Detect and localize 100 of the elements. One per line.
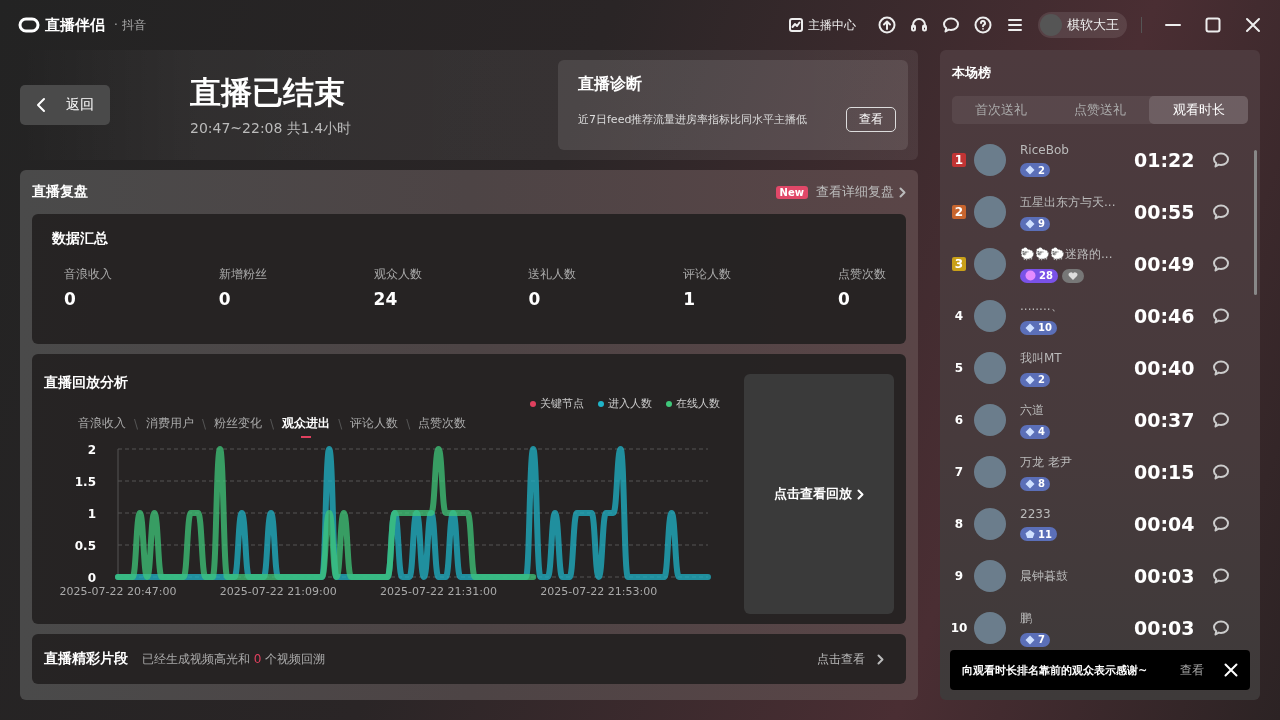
tab-separator: \ bbox=[406, 416, 411, 433]
comment-icon[interactable] bbox=[1212, 567, 1230, 585]
chart-tab[interactable]: 观众进出 bbox=[282, 415, 331, 438]
leaderboard-row[interactable]: 10 鹏 7 00:03 bbox=[952, 602, 1234, 654]
chart-tab[interactable]: 消费用户 bbox=[146, 415, 195, 438]
logo-icon bbox=[18, 17, 40, 33]
comment-icon[interactable] bbox=[1212, 515, 1230, 533]
panel-title: 本场榜 bbox=[952, 64, 992, 82]
leaderboard-tab[interactable]: 观看时长 bbox=[1149, 96, 1248, 124]
back-button[interactable]: 返回 bbox=[20, 85, 110, 125]
scrollbar[interactable] bbox=[1254, 150, 1257, 295]
close-icon[interactable] bbox=[1224, 663, 1238, 677]
leaderboard-row[interactable]: 4 ........、 10 00:46 bbox=[952, 290, 1234, 342]
watch-time: 00:46 bbox=[1134, 305, 1196, 327]
leaderboard-tab[interactable]: 首次送礼 bbox=[952, 96, 1051, 124]
comment-icon[interactable] bbox=[1212, 203, 1230, 221]
diamond-icon bbox=[1025, 374, 1035, 385]
diamond-icon bbox=[1025, 165, 1035, 175]
avatar-icon bbox=[974, 300, 1006, 332]
watch-time: 00:03 bbox=[1134, 617, 1196, 639]
stat-label: 音浪收入 bbox=[64, 266, 112, 283]
avatar-icon bbox=[974, 560, 1006, 592]
leaderboard-row[interactable]: 8 2233 11 00:04 bbox=[952, 498, 1234, 550]
watch-time: 00:03 bbox=[1134, 565, 1196, 587]
rank-label: 2 bbox=[952, 205, 966, 219]
diamond-icon bbox=[1025, 218, 1035, 229]
user-account-button[interactable]: 棋软大王 bbox=[1038, 12, 1127, 38]
chart-tab[interactable]: 评论人数 bbox=[350, 415, 399, 438]
close-icon[interactable] bbox=[1244, 16, 1262, 34]
menu-icon[interactable] bbox=[1006, 16, 1024, 34]
comment-icon[interactable] bbox=[1212, 619, 1230, 637]
leaderboard-row[interactable]: 2 五星出东方与天... 9 00:55 bbox=[952, 186, 1234, 238]
maximize-icon[interactable] bbox=[1204, 16, 1222, 34]
rank-label: 7 bbox=[953, 465, 965, 479]
level-badge: 9 bbox=[1020, 216, 1050, 231]
rank-label: 8 bbox=[953, 517, 965, 531]
chart-icon bbox=[789, 18, 803, 32]
toast-message: 向观看时长排名靠前的观众表示感谢~ bbox=[962, 662, 1149, 678]
headset-icon[interactable] bbox=[910, 16, 928, 34]
leaderboard-row[interactable]: 3 🐑🐑🐑迷路的... 28 00:49 bbox=[952, 238, 1234, 290]
help-icon[interactable] bbox=[974, 16, 992, 34]
level-badge: 2 bbox=[1020, 163, 1050, 177]
comment-icon[interactable] bbox=[1212, 411, 1230, 429]
toast-view-link[interactable]: 查看 bbox=[1180, 661, 1204, 679]
stat-value: 24 bbox=[373, 289, 399, 309]
rank-label: 5 bbox=[953, 361, 965, 375]
chart-tab[interactable]: 点赞次数 bbox=[418, 415, 467, 438]
upload-icon[interactable] bbox=[878, 16, 896, 34]
user-name: 六道 bbox=[1020, 401, 1045, 419]
leaderboard-row[interactable]: 1 RiceBob 2 01:22 bbox=[952, 134, 1234, 186]
card-title: 直播精彩片段 bbox=[44, 650, 128, 668]
tab-separator: \ bbox=[134, 416, 139, 433]
new-badge: New bbox=[775, 185, 808, 199]
avatar-icon bbox=[974, 196, 1006, 228]
comment-icon[interactable] bbox=[1212, 359, 1230, 377]
card-title: 数据汇总 bbox=[52, 230, 109, 248]
page-title: 直播已结束 bbox=[190, 73, 346, 112]
chevron-right-icon bbox=[877, 653, 884, 665]
rank-label: 4 bbox=[953, 309, 965, 323]
level-badge: 2 bbox=[1020, 372, 1050, 387]
comment-icon[interactable] bbox=[1212, 255, 1230, 273]
chevron-left-icon bbox=[36, 97, 46, 113]
orb-icon bbox=[1025, 270, 1036, 281]
stat-label: 点赞次数 bbox=[838, 266, 886, 283]
leaderboard-row[interactable]: 5 我叫MT 2 00:40 bbox=[952, 342, 1234, 394]
user-name: 万龙 老尹 bbox=[1020, 453, 1073, 471]
leaderboard-row[interactable]: 9 晨钟暮鼓 00:03 bbox=[952, 550, 1234, 602]
y-tick-label: 2 bbox=[87, 443, 96, 457]
stat-value: 1 bbox=[683, 289, 697, 309]
chart-tab[interactable]: 粉丝变化 bbox=[214, 415, 263, 438]
comment-icon[interactable] bbox=[1212, 463, 1230, 481]
platform-label: · 抖音 bbox=[114, 16, 146, 34]
level-badge: 8 bbox=[1020, 476, 1050, 491]
x-tick-label: 2025-07-22 21:31:00 bbox=[380, 585, 497, 598]
stat-label: 评论人数 bbox=[683, 266, 732, 283]
leaderboard-row[interactable]: 6 六道 4 00:37 bbox=[952, 394, 1234, 446]
rank-label: 3 bbox=[952, 257, 966, 271]
watch-time: 00:15 bbox=[1134, 461, 1196, 483]
section-title: 直播复盘 bbox=[32, 183, 88, 201]
level-badge: 10 bbox=[1020, 320, 1057, 335]
chat-icon[interactable] bbox=[942, 16, 960, 34]
comment-icon[interactable] bbox=[1212, 307, 1230, 325]
stat-value: 0 bbox=[838, 289, 851, 309]
leaderboard-tab[interactable]: 点赞送礼 bbox=[1050, 96, 1150, 124]
leaderboard-row[interactable]: 7 万龙 老尹 8 00:15 bbox=[952, 446, 1234, 498]
view-button[interactable]: 查看 bbox=[846, 107, 896, 132]
anchor-center-button[interactable]: 主播中心 bbox=[789, 16, 856, 34]
diamond-icon bbox=[1025, 322, 1035, 333]
comment-icon[interactable] bbox=[1212, 151, 1230, 169]
view-clips-link[interactable]: 点击查看 bbox=[817, 650, 884, 668]
watch-time: 00:40 bbox=[1134, 357, 1196, 379]
chevron-right-icon bbox=[899, 186, 906, 198]
avatar-icon bbox=[974, 144, 1006, 176]
replay-panel[interactable]: 点击查看回放 bbox=[744, 374, 894, 614]
rank-label: 9 bbox=[953, 569, 965, 583]
detail-review-link[interactable]: 查看详细复盘 bbox=[816, 183, 906, 201]
user-name: 鹏 bbox=[1020, 609, 1033, 627]
heart-icon bbox=[1067, 270, 1078, 281]
chart-tab[interactable]: 音浪收入 bbox=[78, 415, 126, 438]
stat-label: 观众人数 bbox=[373, 266, 422, 283]
